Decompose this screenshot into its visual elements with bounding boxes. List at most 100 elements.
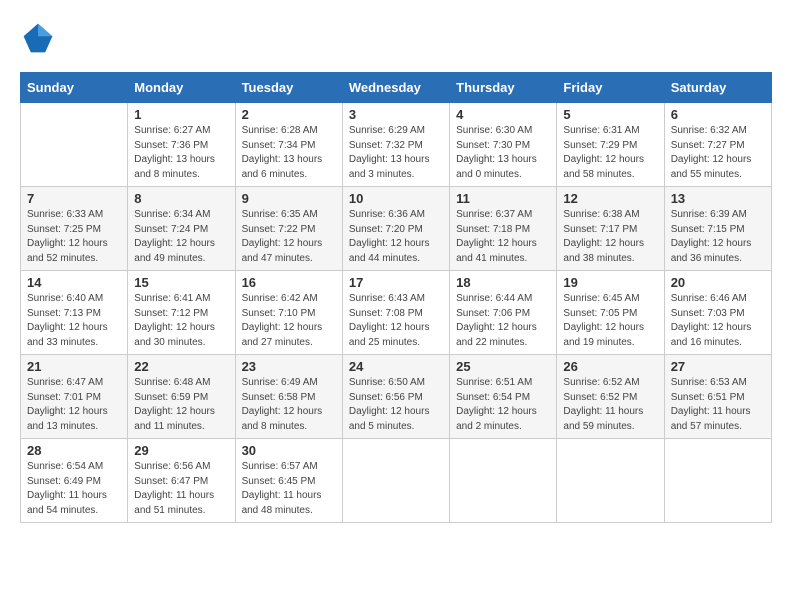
day-number: 30: [242, 443, 336, 458]
day-info: Sunrise: 6:34 AMSunset: 7:24 PMDaylight:…: [134, 208, 228, 266]
day-number: 17: [349, 275, 443, 290]
day-info: Sunrise: 6:56 AMSunset: 6:47 PMDaylight:…: [134, 460, 228, 518]
calendar-cell: 10 Sunrise: 6:36 AMSunset: 7:20 PMDayligh…: [342, 187, 449, 271]
calendar-cell: 30 Sunrise: 6:57 AMSunset: 6:45 PMDayligh…: [235, 439, 342, 523]
calendar-cell: 23 Sunrise: 6:49 AMSunset: 6:58 PMDayligh…: [235, 355, 342, 439]
day-info: Sunrise: 6:46 AMSunset: 7:03 PMDaylight:…: [671, 292, 765, 350]
calendar-cell: 24 Sunrise: 6:50 AMSunset: 6:56 PMDayligh…: [342, 355, 449, 439]
calendar-cell: 15Sunrise: 6:41 AMSunset: 7:12 PMDayligh…: [128, 271, 235, 355]
day-info: Sunrise: 6:32 AMSunset: 7:27 PMDaylight:…: [671, 124, 765, 182]
logo: [20, 20, 62, 56]
calendar-cell: 1 Sunrise: 6:27 AMSunset: 7:36 PMDaylight…: [128, 103, 235, 187]
day-number: 8: [134, 191, 228, 206]
calendar-cell: 26Sunrise: 6:52 AMSunset: 6:52 PMDayligh…: [557, 355, 664, 439]
calendar-cell: 9 Sunrise: 6:35 AMSunset: 7:22 PMDaylight…: [235, 187, 342, 271]
day-info: Sunrise: 6:54 AMSunset: 6:49 PMDaylight:…: [27, 460, 121, 518]
generalblue-logo-icon: [20, 20, 56, 56]
day-info: Sunrise: 6:27 AMSunset: 7:36 PMDaylight:…: [134, 124, 228, 182]
calendar-cell: 3 Sunrise: 6:29 AMSunset: 7:32 PMDaylight…: [342, 103, 449, 187]
day-info: Sunrise: 6:37 AMSunset: 7:18 PMDaylight:…: [456, 208, 550, 266]
day-number: 3: [349, 107, 443, 122]
day-info: Sunrise: 6:42 AMSunset: 7:10 PMDaylight:…: [242, 292, 336, 350]
calendar-cell: 20 Sunrise: 6:46 AMSunset: 7:03 PMDayligh…: [664, 271, 771, 355]
column-header-friday: Friday: [557, 73, 664, 103]
day-info: Sunrise: 6:44 AMSunset: 7:06 PMDaylight:…: [456, 292, 550, 350]
calendar-cell: [450, 439, 557, 523]
column-header-saturday: Saturday: [664, 73, 771, 103]
calendar-cell: [664, 439, 771, 523]
calendar-cell: 2 Sunrise: 6:28 AMSunset: 7:34 PMDaylight…: [235, 103, 342, 187]
day-number: 4: [456, 107, 550, 122]
day-info: Sunrise: 6:51 AMSunset: 6:54 PMDaylight:…: [456, 376, 550, 434]
day-info: Sunrise: 6:41 AMSunset: 7:12 PMDaylight:…: [134, 292, 228, 350]
calendar-cell: 19Sunrise: 6:45 AMSunset: 7:05 PMDayligh…: [557, 271, 664, 355]
calendar-cell: 17Sunrise: 6:43 AMSunset: 7:08 PMDayligh…: [342, 271, 449, 355]
day-info: Sunrise: 6:30 AMSunset: 7:30 PMDaylight:…: [456, 124, 550, 182]
day-number: 5: [563, 107, 657, 122]
calendar-table: SundayMondayTuesdayWednesdayThursdayFrid…: [20, 72, 772, 523]
calendar-cell: 4 Sunrise: 6:30 AMSunset: 7:30 PMDaylight…: [450, 103, 557, 187]
calendar-cell: 21 Sunrise: 6:47 AMSunset: 7:01 PMDayligh…: [21, 355, 128, 439]
calendar-cell: 18 Sunrise: 6:44 AMSunset: 7:06 PMDayligh…: [450, 271, 557, 355]
day-info: Sunrise: 6:47 AMSunset: 7:01 PMDaylight:…: [27, 376, 121, 434]
day-number: 2: [242, 107, 336, 122]
calendar-cell: 28Sunrise: 6:54 AMSunset: 6:49 PMDayligh…: [21, 439, 128, 523]
calendar-cell: 16 Sunrise: 6:42 AMSunset: 7:10 PMDayligh…: [235, 271, 342, 355]
day-info: Sunrise: 6:50 AMSunset: 6:56 PMDaylight:…: [349, 376, 443, 434]
calendar-cell: 29 Sunrise: 6:56 AMSunset: 6:47 PMDayligh…: [128, 439, 235, 523]
column-header-thursday: Thursday: [450, 73, 557, 103]
column-header-monday: Monday: [128, 73, 235, 103]
day-info: Sunrise: 6:48 AMSunset: 6:59 PMDaylight:…: [134, 376, 228, 434]
column-header-sunday: Sunday: [21, 73, 128, 103]
day-number: 24: [349, 359, 443, 374]
day-info: Sunrise: 6:35 AMSunset: 7:22 PMDaylight:…: [242, 208, 336, 266]
calendar-cell: 13 Sunrise: 6:39 AMSunset: 7:15 PMDayligh…: [664, 187, 771, 271]
day-number: 9: [242, 191, 336, 206]
day-info: Sunrise: 6:53 AMSunset: 6:51 PMDaylight:…: [671, 376, 765, 434]
day-number: 25: [456, 359, 550, 374]
page-header: [20, 20, 772, 56]
day-info: Sunrise: 6:36 AMSunset: 7:20 PMDaylight:…: [349, 208, 443, 266]
day-number: 22: [134, 359, 228, 374]
day-info: Sunrise: 6:29 AMSunset: 7:32 PMDaylight:…: [349, 124, 443, 182]
calendar-cell: 7 Sunrise: 6:33 AMSunset: 7:25 PMDaylight…: [21, 187, 128, 271]
day-number: 23: [242, 359, 336, 374]
day-number: 16: [242, 275, 336, 290]
day-info: Sunrise: 6:49 AMSunset: 6:58 PMDaylight:…: [242, 376, 336, 434]
calendar-week-row: 7 Sunrise: 6:33 AMSunset: 7:25 PMDaylight…: [21, 187, 772, 271]
calendar-cell: 22 Sunrise: 6:48 AMSunset: 6:59 PMDayligh…: [128, 355, 235, 439]
calendar-cell: 6 Sunrise: 6:32 AMSunset: 7:27 PMDaylight…: [664, 103, 771, 187]
calendar-week-row: 14 Sunrise: 6:40 AMSunset: 7:13 PMDayligh…: [21, 271, 772, 355]
day-info: Sunrise: 6:57 AMSunset: 6:45 PMDaylight:…: [242, 460, 336, 518]
calendar-cell: 11Sunrise: 6:37 AMSunset: 7:18 PMDayligh…: [450, 187, 557, 271]
day-number: 1: [134, 107, 228, 122]
day-number: 10: [349, 191, 443, 206]
day-number: 18: [456, 275, 550, 290]
calendar-cell: 25 Sunrise: 6:51 AMSunset: 6:54 PMDayligh…: [450, 355, 557, 439]
day-info: Sunrise: 6:33 AMSunset: 7:25 PMDaylight:…: [27, 208, 121, 266]
column-header-tuesday: Tuesday: [235, 73, 342, 103]
day-number: 7: [27, 191, 121, 206]
calendar-cell: [557, 439, 664, 523]
day-info: Sunrise: 6:38 AMSunset: 7:17 PMDaylight:…: [563, 208, 657, 266]
calendar-cell: [21, 103, 128, 187]
calendar-header-row: SundayMondayTuesdayWednesdayThursdayFrid…: [21, 73, 772, 103]
calendar-week-row: 21 Sunrise: 6:47 AMSunset: 7:01 PMDayligh…: [21, 355, 772, 439]
column-header-wednesday: Wednesday: [342, 73, 449, 103]
day-number: 13: [671, 191, 765, 206]
day-info: Sunrise: 6:40 AMSunset: 7:13 PMDaylight:…: [27, 292, 121, 350]
calendar-cell: [342, 439, 449, 523]
day-number: 14: [27, 275, 121, 290]
day-number: 26: [563, 359, 657, 374]
day-number: 12: [563, 191, 657, 206]
day-info: Sunrise: 6:39 AMSunset: 7:15 PMDaylight:…: [671, 208, 765, 266]
day-number: 29: [134, 443, 228, 458]
day-info: Sunrise: 6:28 AMSunset: 7:34 PMDaylight:…: [242, 124, 336, 182]
calendar-week-row: 28Sunrise: 6:54 AMSunset: 6:49 PMDayligh…: [21, 439, 772, 523]
day-number: 20: [671, 275, 765, 290]
calendar-cell: 12 Sunrise: 6:38 AMSunset: 7:17 PMDayligh…: [557, 187, 664, 271]
day-number: 6: [671, 107, 765, 122]
day-info: Sunrise: 6:31 AMSunset: 7:29 PMDaylight:…: [563, 124, 657, 182]
day-number: 19: [563, 275, 657, 290]
day-number: 21: [27, 359, 121, 374]
